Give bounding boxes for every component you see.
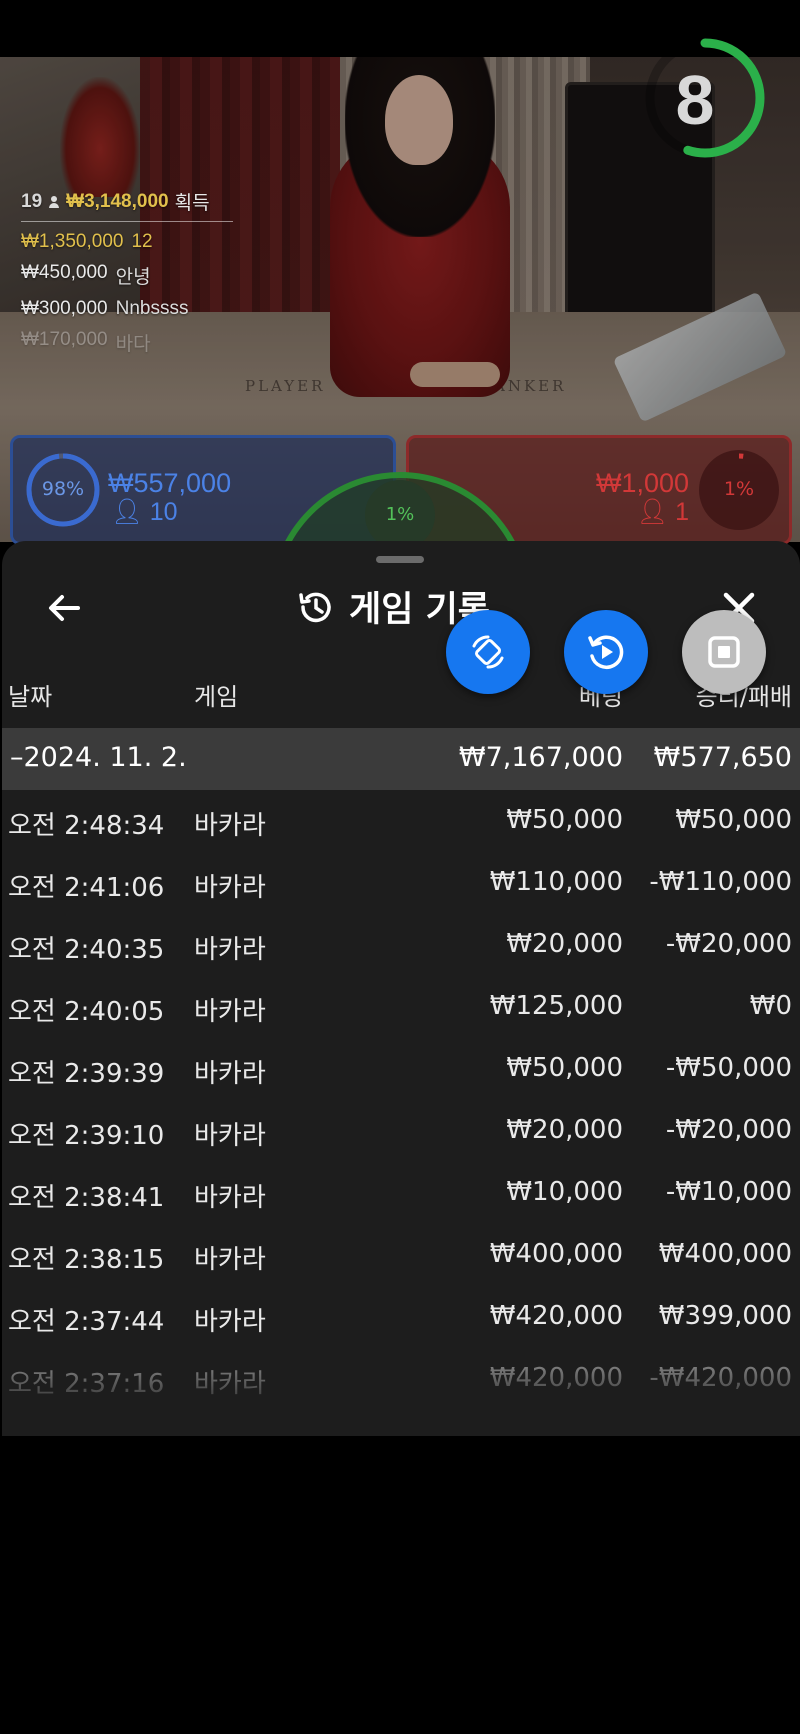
row-bet: ₩420,000: [489, 1301, 623, 1331]
back-button[interactable]: [40, 583, 90, 633]
table-row[interactable]: 오전 2:40:35 바카라 ₩20,000 -₩20,000: [2, 914, 800, 976]
row-bet: ₩20,000: [506, 1115, 623, 1145]
row-time: 오전 2:39:39: [8, 1059, 165, 1089]
winner-row: ₩450,000 안녕: [21, 262, 233, 289]
row-game: 바카라: [194, 811, 266, 841]
winner-row: ₩170,000 바다: [21, 329, 233, 356]
winner-name: 안녕: [115, 267, 151, 288]
row-winloss: -₩110,000: [649, 867, 792, 897]
replay-icon: [588, 635, 624, 669]
stop-icon: [708, 636, 740, 668]
date-group-date: –2024. 11. 2.: [10, 742, 187, 773]
table-row[interactable]: 오전 2:41:06 바카라 ₩110,000 -₩110,000: [2, 852, 800, 914]
row-time: 오전 2:37:16: [8, 1369, 165, 1399]
row-winloss: -₩420,000: [649, 1363, 792, 1393]
row-game: 바카라: [194, 1307, 266, 1337]
row-game: 바카라: [194, 1245, 266, 1275]
row-winloss: ₩400,000: [658, 1239, 792, 1269]
history-icon: [299, 592, 331, 622]
table-row[interactable]: 오전 2:37:16 바카라 ₩420,000 -₩420,000: [2, 1348, 800, 1410]
winner-name: Nnbssss: [115, 298, 189, 319]
date-group-row[interactable]: –2024. 11. 2. ₩7,167,000 ₩577,650: [2, 728, 800, 790]
person-icon: 👤︎: [111, 498, 143, 526]
player-bet-amount: ₩557,000: [108, 468, 232, 498]
game-history-sheet: 게임 기록 날짜 게임 베팅 승리/패배 –2024. 11. 2. ₩7,16…: [2, 541, 800, 1436]
table-row[interactable]: 오전 2:37:44 바카라 ₩420,000 ₩399,000: [2, 1286, 800, 1348]
row-bet: ₩20,000: [506, 929, 623, 959]
row-game: 바카라: [194, 873, 266, 903]
row-bet: ₩110,000: [489, 867, 623, 897]
history-table: 오전 2:48:34 바카라 ₩50,000 ₩50,000 오전 2:41:0…: [2, 790, 800, 1410]
row-time: 오전 2:48:34: [8, 811, 165, 841]
timer-value: 8: [675, 61, 715, 139]
table-row[interactable]: 오전 2:38:41 바카라 ₩10,000 -₩10,000: [2, 1162, 800, 1224]
row-bet: ₩420,000: [489, 1363, 623, 1393]
table-row[interactable]: 오전 2:38:15 바카라 ₩400,000 ₩400,000: [2, 1224, 800, 1286]
banker-count-value: 1: [675, 498, 689, 526]
table-row[interactable]: 오전 2:48:34 바카라 ₩50,000 ₩50,000: [2, 790, 800, 852]
rotate-screen-icon: [472, 635, 504, 669]
row-game: 바카라: [194, 1059, 266, 1089]
row-winloss: -₩20,000: [665, 1115, 792, 1145]
winners-label: 획득: [174, 193, 210, 214]
row-game: 바카라: [194, 1369, 266, 1399]
row-winloss: ₩0: [749, 991, 792, 1021]
player-count-value: 10: [149, 498, 178, 526]
row-bet: ₩400,000: [489, 1239, 623, 1269]
banker-bet-amount: ₩1,000: [595, 468, 689, 498]
banker-percent: 1%: [723, 478, 755, 500]
row-time: 오전 2:39:10: [8, 1121, 165, 1151]
row-winloss: -₩50,000: [665, 1053, 792, 1083]
winner-row: ₩1,350,000 12: [21, 231, 233, 253]
rotate-screen-button[interactable]: [446, 610, 530, 694]
row-game: 바카라: [194, 935, 266, 965]
table-row[interactable]: 오전 2:39:39 바카라 ₩50,000 -₩50,000: [2, 1038, 800, 1100]
row-winloss: -₩10,000: [665, 1177, 792, 1207]
person-icon: 👤︎: [636, 498, 669, 526]
winner-row: ₩300,000 Nnbssss: [21, 298, 233, 320]
winner-amount: ₩300,000: [21, 298, 108, 319]
row-bet: ₩10,000: [506, 1177, 623, 1207]
row-bet: ₩125,000: [489, 991, 623, 1021]
player-count: 👤︎ 10: [111, 498, 178, 527]
winners-total: ₩3,148,000: [66, 190, 169, 212]
table-row[interactable]: 오전 2:40:05 바카라 ₩125,000 ₩0: [2, 976, 800, 1038]
row-time: 오전 2:38:15: [8, 1245, 165, 1275]
row-game: 바카라: [194, 1183, 266, 1213]
winner-amount: ₩450,000: [21, 262, 108, 283]
person-icon: [48, 195, 60, 208]
row-time: 오전 2:41:06: [8, 873, 165, 903]
row-time: 오전 2:38:41: [8, 1183, 165, 1213]
winners-list: 19 ₩3,148,000 획득 ₩1,350,000 12 ₩450,000 …: [21, 188, 233, 356]
date-group-winloss-total: ₩577,650: [653, 742, 792, 773]
winners-count: 19: [21, 190, 43, 212]
winner-amount: ₩1,350,000: [21, 231, 124, 252]
row-bet: ₩50,000: [506, 1053, 623, 1083]
row-winloss: -₩20,000: [665, 929, 792, 959]
row-game: 바카라: [194, 1121, 266, 1151]
player-percent: 98%: [41, 478, 85, 500]
winner-name: 바다: [115, 334, 151, 355]
row-winloss: ₩399,000: [658, 1301, 792, 1331]
winners-header: 19 ₩3,148,000 획득: [21, 188, 233, 222]
row-bet: ₩50,000: [506, 805, 623, 835]
back-arrow-icon: [49, 595, 80, 621]
row-time: 오전 2:40:35: [8, 935, 165, 965]
row-winloss: ₩50,000: [675, 805, 792, 835]
table-row[interactable]: 오전 2:39:10 바카라 ₩20,000 -₩20,000: [2, 1100, 800, 1162]
winner-amount: ₩170,000: [21, 329, 108, 350]
row-time: 오전 2:37:44: [8, 1307, 165, 1337]
row-game: 바카라: [194, 997, 266, 1027]
sheet-drag-handle[interactable]: [376, 556, 424, 563]
column-header-game: 게임: [194, 683, 239, 711]
replay-button[interactable]: [564, 610, 648, 694]
tie-percent: 1%: [365, 480, 435, 550]
stop-button[interactable]: [682, 610, 766, 694]
row-time: 오전 2:40:05: [8, 997, 165, 1027]
banker-count: 👤︎ 1: [636, 498, 689, 527]
winner-name: 12: [131, 231, 153, 252]
date-group-bet-total: ₩7,167,000: [458, 742, 623, 773]
column-header-date: 날짜: [8, 683, 53, 711]
